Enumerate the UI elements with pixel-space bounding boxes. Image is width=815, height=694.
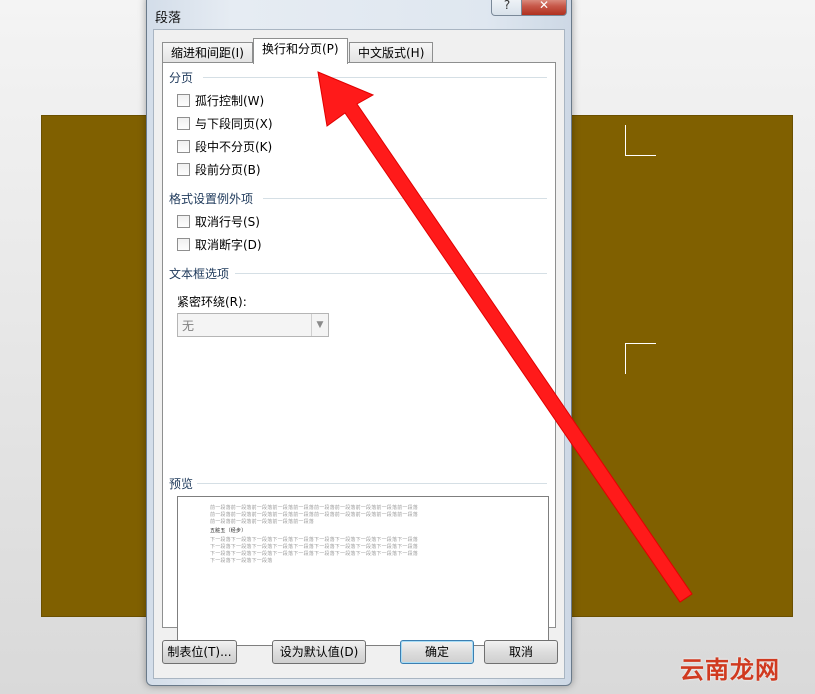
watermark-logo: 云南龙网 [680,656,780,684]
red-arrow-annotation [317,71,693,603]
red-arrow-icon [317,71,693,603]
tab-line-page-breaks[interactable]: 换行和分页(P) [253,38,348,64]
